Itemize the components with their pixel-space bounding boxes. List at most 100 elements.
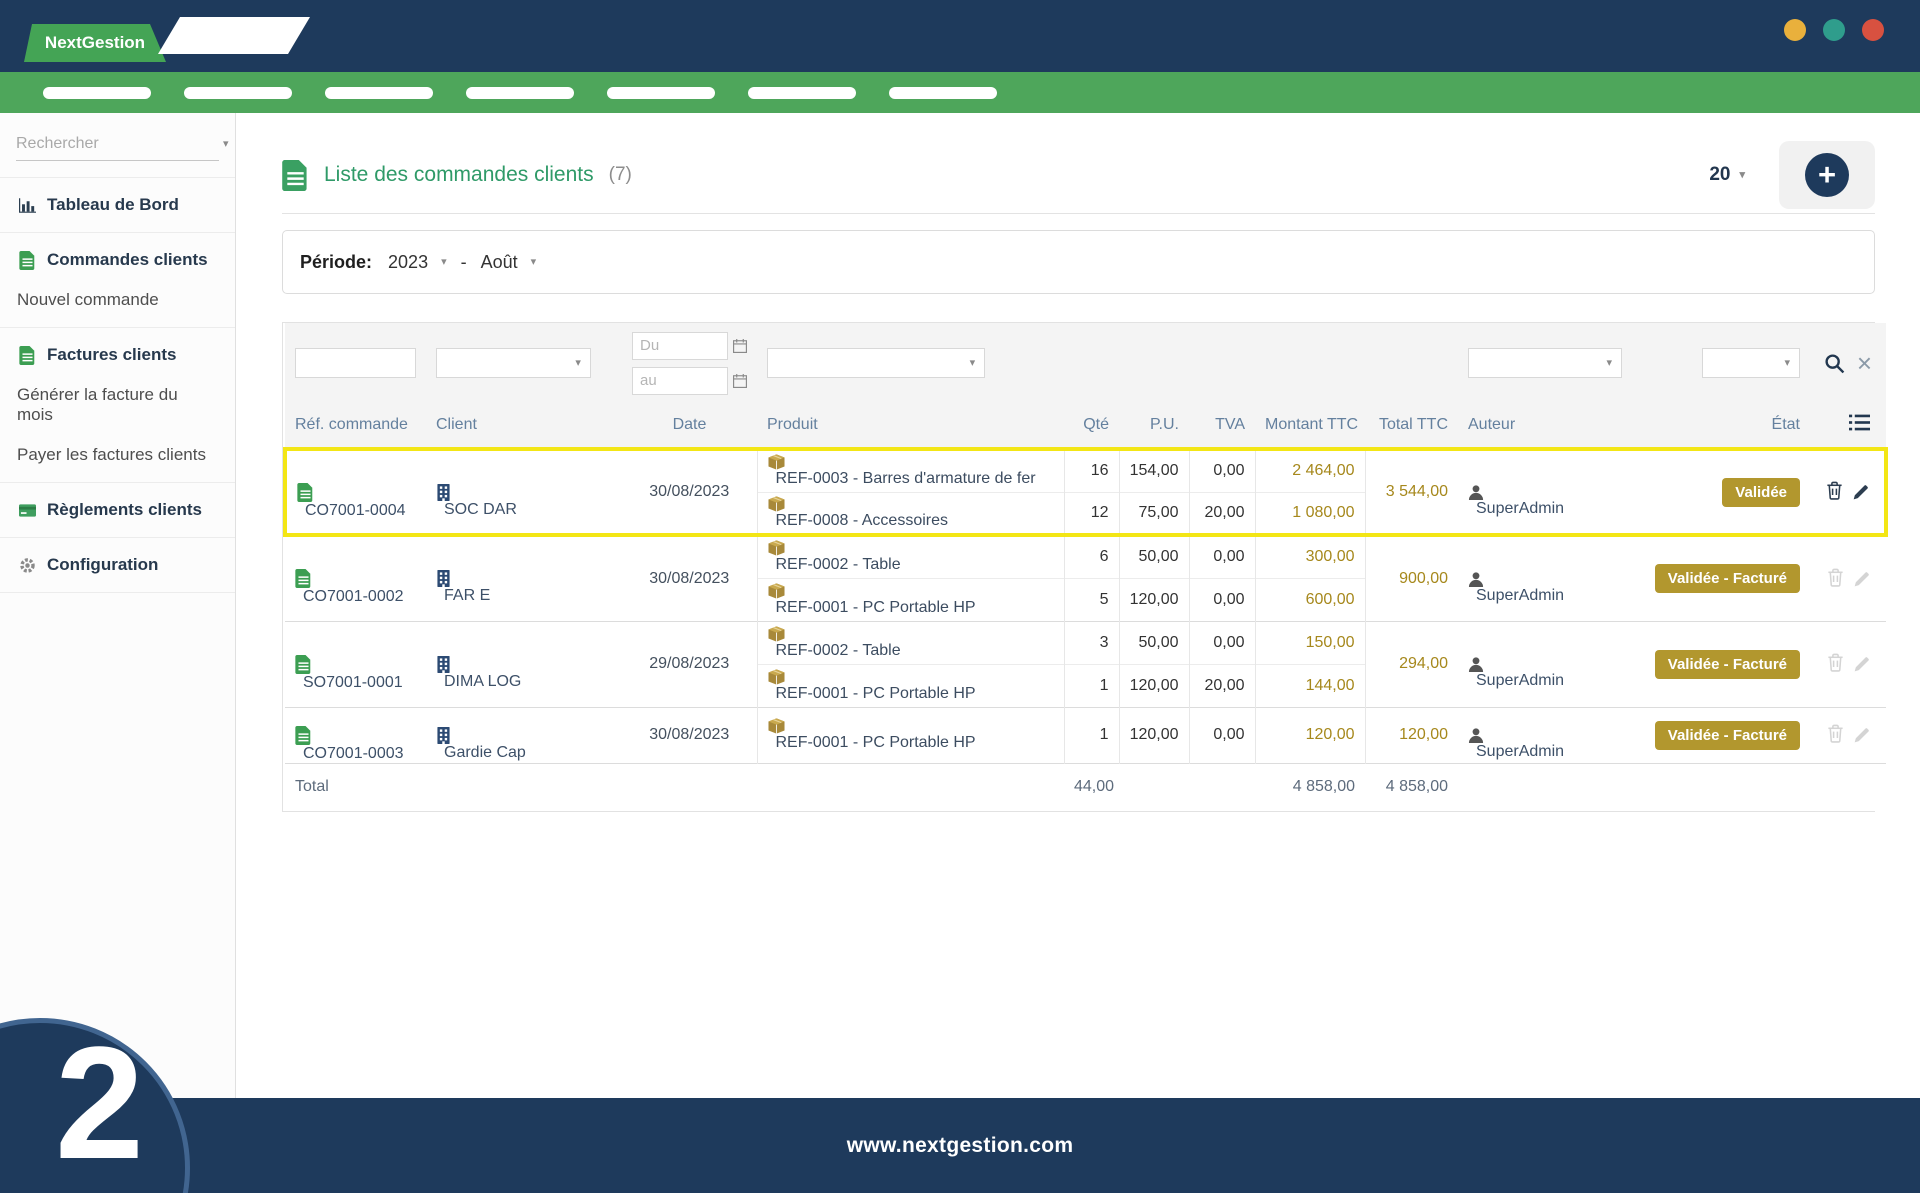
order-ref[interactable]: CO7001-0004 bbox=[285, 449, 426, 535]
sidebar-item-reglements-clients[interactable]: Règlements clients bbox=[0, 490, 235, 530]
amount-ttc: 300,00 bbox=[1255, 535, 1365, 578]
filter-row: ▾ bbox=[285, 323, 1886, 403]
search-icon[interactable] bbox=[1824, 353, 1845, 374]
footer-url[interactable]: www.nextgestion.com bbox=[847, 1134, 1074, 1158]
column-header-montant-ttc[interactable]: Montant TTC bbox=[1255, 403, 1365, 449]
column-header-total-ttc[interactable]: Total TTC bbox=[1365, 403, 1458, 449]
title-group: Liste des commandes clients (7) bbox=[282, 160, 632, 191]
edit-button[interactable] bbox=[1849, 725, 1875, 748]
column-header-auteur[interactable]: Auteur bbox=[1458, 403, 1632, 449]
footer: www.nextgestion.com bbox=[0, 1098, 1920, 1193]
total-label: Total bbox=[285, 763, 1064, 811]
window-dot-3[interactable] bbox=[1862, 19, 1884, 41]
sidebar-search[interactable]: ▾ bbox=[16, 135, 219, 161]
calendar-icon[interactable] bbox=[733, 339, 747, 353]
delete-button[interactable] bbox=[1822, 722, 1849, 748]
orders-table: ▾ bbox=[283, 323, 1888, 811]
header-divider bbox=[282, 213, 1875, 214]
column-header-etat[interactable]: État bbox=[1632, 403, 1810, 449]
column-header-date[interactable]: Date bbox=[622, 403, 757, 449]
author-name: SuperAdmin bbox=[1476, 587, 1564, 604]
edit-button[interactable] bbox=[1849, 654, 1875, 677]
state-filter-select[interactable]: ▾ bbox=[1702, 348, 1800, 378]
add-order-button[interactable]: + bbox=[1805, 153, 1849, 197]
sidebar-item-tableau-de-bord[interactable]: Tableau de Bord bbox=[0, 185, 235, 225]
brand-tab[interactable]: NextGestion bbox=[24, 24, 166, 62]
client-name: Gardie Cap bbox=[444, 744, 526, 761]
delete-button[interactable] bbox=[1822, 566, 1849, 592]
column-header-client[interactable]: Client bbox=[426, 403, 622, 449]
product-filter-select[interactable]: ▾ bbox=[767, 348, 985, 378]
period-month-select[interactable]: Août ▾ bbox=[475, 252, 543, 273]
unit-price: 50,00 bbox=[1119, 621, 1189, 664]
window-dot-1[interactable] bbox=[1784, 19, 1806, 41]
nav-item-placeholder[interactable] bbox=[43, 87, 151, 99]
period-dash: - bbox=[461, 252, 467, 273]
main-navbar bbox=[0, 72, 1920, 113]
page-size-select[interactable]: 20 ▾ bbox=[1709, 164, 1745, 186]
search-input[interactable] bbox=[16, 135, 223, 153]
orders-count: (7) bbox=[609, 164, 632, 186]
order-ref[interactable]: CO7001-0003 bbox=[285, 707, 426, 763]
delete-button[interactable] bbox=[1821, 479, 1848, 505]
column-header-tva[interactable]: TVA bbox=[1189, 403, 1255, 449]
delete-button[interactable] bbox=[1822, 651, 1849, 677]
window-dot-2[interactable] bbox=[1823, 19, 1845, 41]
nav-item-placeholder[interactable] bbox=[889, 87, 997, 99]
list-view-icon[interactable] bbox=[1810, 403, 1886, 449]
order-date: 29/08/2023 bbox=[622, 621, 757, 707]
sidebar-group: Factures clientsGénérer la facture du mo… bbox=[0, 328, 235, 483]
building-icon bbox=[436, 656, 612, 673]
nav-item-placeholder[interactable] bbox=[466, 87, 574, 99]
period-year-select[interactable]: 2023 ▾ bbox=[382, 252, 453, 273]
unit-price: 50,00 bbox=[1119, 535, 1189, 578]
product-cell: REF-0008 - Accessoires bbox=[757, 492, 1064, 535]
status-badge: Validée - Facturé bbox=[1655, 721, 1800, 750]
order-date: 30/08/2023 bbox=[622, 535, 757, 621]
client-cell: FAR E bbox=[426, 535, 622, 621]
order-ref[interactable]: CO7001-0002 bbox=[285, 535, 426, 621]
column-header-qte[interactable]: Qté bbox=[1064, 403, 1119, 449]
author-filter-select[interactable]: ▾ bbox=[1468, 348, 1622, 378]
product-name: REF-0002 - Table bbox=[776, 642, 901, 659]
nav-item-placeholder[interactable] bbox=[184, 87, 292, 99]
bar-chart-icon bbox=[17, 198, 37, 213]
sidebar-item-payer-les-factures-clients[interactable]: Payer les factures clients bbox=[0, 435, 235, 475]
sidebar-item-generer-la-facture-du-mois[interactable]: Générer la facture du mois bbox=[0, 375, 235, 435]
date-to-input[interactable] bbox=[632, 367, 728, 395]
date-from-input[interactable] bbox=[632, 332, 728, 360]
nav-item-placeholder[interactable] bbox=[325, 87, 433, 99]
sidebar-item-nouvel-commande[interactable]: Nouvel commande bbox=[0, 280, 235, 320]
column-header-produit[interactable]: Produit bbox=[757, 403, 1064, 449]
column-header-p-u[interactable]: P.U. bbox=[1119, 403, 1189, 449]
total-ttc: 294,00 bbox=[1365, 621, 1458, 707]
qty-value: 1 bbox=[1064, 707, 1119, 763]
product-name: REF-0003 - Barres d'armature de fer bbox=[776, 470, 1036, 487]
clear-filters-icon[interactable]: × bbox=[1857, 350, 1872, 376]
chevron-down-icon: ▾ bbox=[575, 358, 581, 369]
amount-ttc: 600,00 bbox=[1255, 578, 1365, 621]
client-filter-select[interactable]: ▾ bbox=[436, 348, 591, 378]
status-cell: Validée - Facturé bbox=[1632, 707, 1810, 763]
status-cell: Validée bbox=[1632, 449, 1810, 535]
total-total-ttc: 4 858,00 bbox=[1365, 763, 1458, 811]
edit-button[interactable] bbox=[1848, 482, 1874, 505]
chevron-down-icon: ▾ bbox=[970, 358, 976, 369]
sidebar-item-commandes-clients[interactable]: Commandes clients bbox=[0, 240, 235, 280]
author-cell: SuperAdmin bbox=[1458, 535, 1632, 621]
nav-item-placeholder[interactable] bbox=[607, 87, 715, 99]
order-ref[interactable]: SO7001-0001 bbox=[285, 621, 426, 707]
edit-button[interactable] bbox=[1849, 569, 1875, 592]
window-controls bbox=[1784, 19, 1884, 41]
sidebar-item-factures-clients[interactable]: Factures clients bbox=[0, 335, 235, 375]
chevron-down-icon: ▾ bbox=[223, 139, 229, 150]
sidebar-item-configuration[interactable]: Configuration bbox=[0, 545, 235, 585]
product-name: REF-0002 - Table bbox=[776, 556, 901, 573]
column-header-ref-commande[interactable]: Réf. commande bbox=[285, 403, 426, 449]
blank-tab[interactable] bbox=[158, 17, 310, 54]
nav-item-placeholder[interactable] bbox=[748, 87, 856, 99]
ref-filter-input[interactable] bbox=[295, 348, 416, 378]
calendar-icon[interactable] bbox=[733, 374, 747, 388]
person-icon bbox=[1468, 656, 1622, 672]
total-amount-ttc: 4 858,00 bbox=[1255, 763, 1365, 811]
